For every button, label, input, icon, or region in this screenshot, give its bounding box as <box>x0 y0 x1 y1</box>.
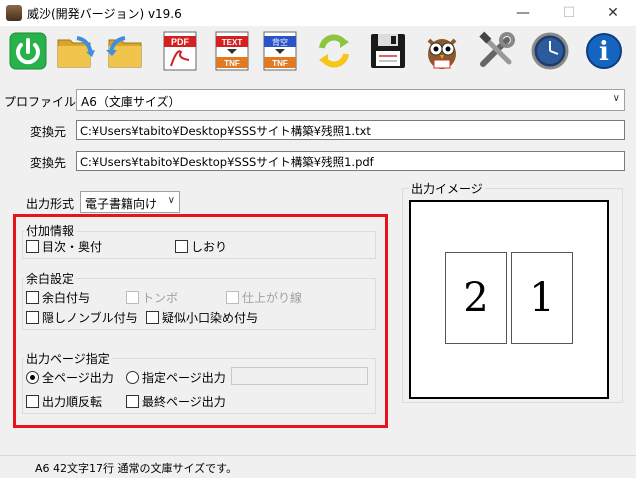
app-icon <box>6 5 22 21</box>
window-title: 威沙(開発バージョン) v19.6 <box>27 7 182 21</box>
profile-value: A6（文庫サイズ） <box>81 95 181 109</box>
profile-select[interactable]: A6（文庫サイズ） ∨ <box>76 89 625 111</box>
source-path-value: C:¥Users¥tabito¥Desktop¥SSSサイト構築¥残照1.txt <box>80 124 371 138</box>
info-button[interactable]: i <box>581 29 627 73</box>
preview-title: 出力イメージ <box>409 180 485 197</box>
text-to-tnf-button[interactable]: TEXT TNF <box>209 29 255 73</box>
refresh-icon <box>319 34 349 68</box>
destination-path-field[interactable]: C:¥Users¥tabito¥Desktop¥SSSサイト構築¥残照1.pdf <box>76 151 625 171</box>
power-icon <box>9 32 47 70</box>
output-format-value: 電子書籍向け <box>85 197 158 211</box>
svg-text:背空: 背空 <box>272 37 288 47</box>
tools-button[interactable] <box>473 29 519 73</box>
preview-page-right: 1 <box>511 252 573 344</box>
profile-label: プロファイル <box>4 95 77 109</box>
maximize-button[interactable]: ☐ <box>546 0 592 26</box>
svg-text:TNF: TNF <box>272 59 288 68</box>
toolbar: PDF TEXT TNF 背空 TNF i <box>0 26 636 76</box>
source-path-field[interactable]: C:¥Users¥tabito¥Desktop¥SSSサイト構築¥残照1.txt <box>76 120 625 140</box>
info-icon: i <box>586 33 622 69</box>
svg-text:TEXT: TEXT <box>222 38 243 47</box>
pdf-icon: PDF <box>163 31 197 71</box>
chevron-down-icon: ∨ <box>612 93 620 104</box>
output-format-select[interactable]: 電子書籍向け ∨ <box>80 191 180 213</box>
svg-text:i: i <box>599 37 609 67</box>
save-folder-button[interactable] <box>101 29 147 73</box>
blank-tnf-icon: 背空 TNF <box>263 31 297 71</box>
svg-text:PDF: PDF <box>171 37 190 47</box>
pdf-button[interactable]: PDF <box>157 29 203 73</box>
status-bar: A6 42文字17行 通常の文庫サイズです。 <box>0 455 636 478</box>
output-format-label: 出力形式 <box>26 197 75 211</box>
tools-icon <box>479 31 515 67</box>
power-button[interactable] <box>5 29 51 73</box>
clock-icon <box>531 32 569 70</box>
status-text: A6 42文字17行 通常の文庫サイズです。 <box>35 462 238 475</box>
close-button[interactable]: ✕ <box>590 0 636 26</box>
save-button[interactable] <box>365 29 411 73</box>
highlight-box <box>13 214 388 428</box>
preview-canvas: 2 1 <box>409 200 609 399</box>
chevron-down-icon: ∨ <box>167 195 175 206</box>
refresh-button[interactable] <box>311 29 357 73</box>
destination-label: 変換先 <box>30 156 67 170</box>
owl-button[interactable] <box>419 29 465 73</box>
title-bar: 威沙(開発バージョン) v19.6 — ☐ ✕ <box>0 0 636 26</box>
source-label: 変換元 <box>30 125 67 139</box>
folder-return-icon <box>106 36 142 68</box>
destination-path-value: C:¥Users¥tabito¥Desktop¥SSSサイト構築¥残照1.pdf <box>80 155 374 169</box>
svg-text:TNF: TNF <box>224 59 240 68</box>
open-folder-button[interactable] <box>53 29 99 73</box>
floppy-icon <box>371 34 405 68</box>
blank-to-tnf-button[interactable]: 背空 TNF <box>257 29 303 73</box>
preview-page-left: 2 <box>445 252 507 344</box>
minimize-button[interactable]: — <box>500 0 546 26</box>
clock-button[interactable] <box>527 29 573 73</box>
folder-arrow-icon <box>57 36 95 68</box>
owl-icon <box>427 38 457 69</box>
text-tnf-icon: TEXT TNF <box>215 31 249 71</box>
